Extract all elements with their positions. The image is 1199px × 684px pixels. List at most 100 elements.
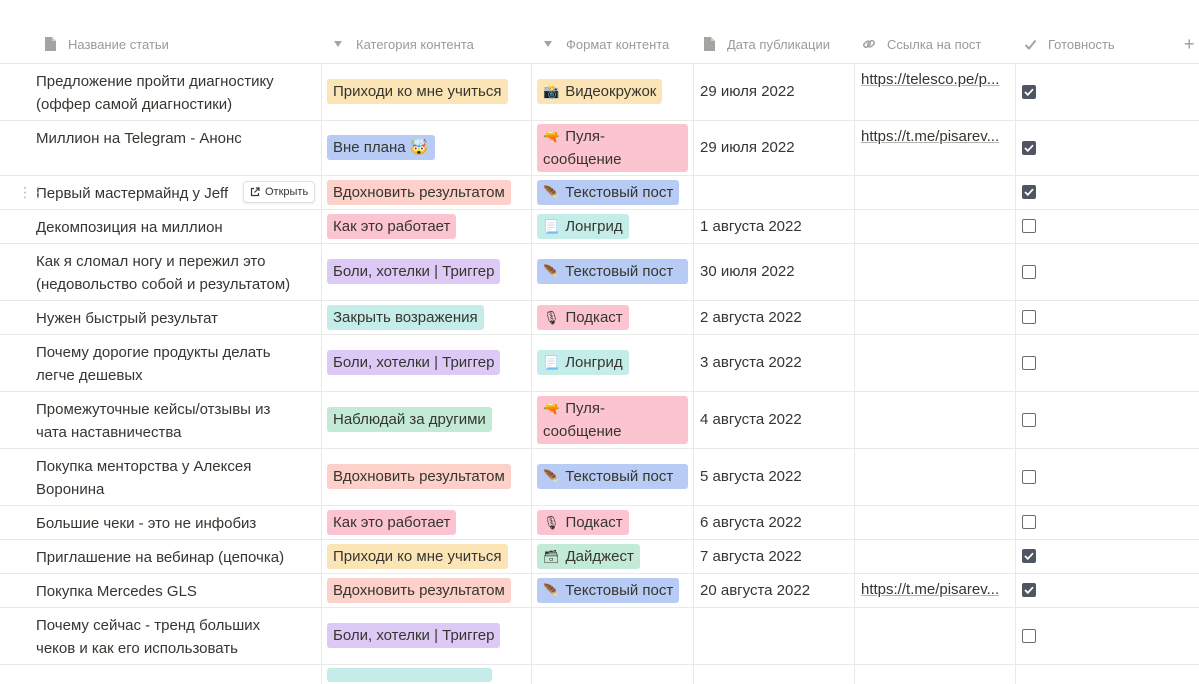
cell-title[interactable]: Большие чеки - это не инфобиз	[30, 505, 322, 539]
format-emoji-icon: 📃	[543, 355, 560, 370]
header-format[interactable]: Формат контента	[540, 25, 692, 63]
ready-checkbox[interactable]	[1022, 264, 1036, 279]
cell-link[interactable]	[855, 175, 1016, 209]
cell-title[interactable]: Миллион на Telegram - Анонс	[30, 120, 322, 175]
cell-title[interactable]: Как я сломал ногу и пережил это (недоволь…	[30, 243, 322, 300]
cell-link[interactable]	[855, 334, 1016, 391]
cell-title[interactable]: Промежуточные кейсы/отзывы из чата настав…	[30, 391, 322, 448]
post-link[interactable]: https://t.me/pisarev...	[861, 581, 1009, 598]
cell-format[interactable]: 🪶 Текстовый пост	[532, 448, 694, 505]
ready-checkbox[interactable]	[1022, 310, 1036, 324]
cell-format[interactable]: 🎙 Подкаст	[532, 300, 694, 334]
ready-checkbox[interactable]	[1022, 515, 1036, 529]
cell-format[interactable]: 📸 Видеокружок	[532, 63, 694, 120]
cell-date[interactable]: 3 августа 2022	[694, 334, 855, 391]
format-emoji-icon: 🪶	[543, 582, 560, 598]
cell-category[interactable]: Боли, хотелки | Триггер	[322, 334, 532, 391]
ready-checkbox[interactable]	[1022, 549, 1036, 563]
cell-category[interactable]: Вдохновить результатом	[322, 448, 532, 505]
cell-title[interactable]: Предложение пройти диагностику (оффер сам…	[30, 63, 322, 120]
cell-format[interactable]	[532, 607, 694, 664]
ready-checkbox[interactable]	[1022, 185, 1036, 199]
cell-category[interactable]: Боли, хотелки | Триггер	[322, 243, 532, 300]
cell-date[interactable]: 20 августа 2022	[694, 573, 855, 607]
post-link[interactable]: https://telesco.pe/p...	[861, 71, 1009, 88]
cell-link[interactable]	[855, 391, 1016, 448]
cell-format[interactable]: 🗃 Дайджест	[532, 539, 694, 573]
header-title[interactable]: Название статьи	[42, 25, 322, 63]
cell-link[interactable]	[855, 607, 1016, 664]
cell-link[interactable]	[855, 209, 1016, 243]
header-category[interactable]: Категория контента	[330, 25, 530, 63]
header-link[interactable]: Ссылка на пост	[861, 25, 1013, 63]
cell-category[interactable]: Как это работает	[322, 505, 532, 539]
ready-checkbox[interactable]	[1022, 469, 1036, 484]
cell-title[interactable]: Покупка Mercedes GLS	[30, 573, 322, 607]
header-ready[interactable]: Готовность	[1022, 25, 1174, 63]
cell-category[interactable]: Вне плана 🤯	[322, 120, 532, 175]
cell-date[interactable]: 5 августа 2022	[694, 448, 855, 505]
cell-link[interactable]: https://t.me/pisarev...	[855, 573, 1016, 607]
title-line: Нужен быстрый результат	[36, 310, 218, 327]
cell-category[interactable]: Приходи ко мне учиться	[322, 63, 532, 120]
cell-date[interactable]	[694, 607, 855, 664]
cell-date[interactable]: 29 июля 2022	[694, 63, 855, 120]
cell-title[interactable]: Декомпозиция на миллион	[30, 209, 322, 243]
cell-category[interactable]: Вдохновить результатом	[322, 573, 532, 607]
cell-link[interactable]	[855, 505, 1016, 539]
cell-category[interactable]: Вдохновить результатом	[322, 175, 532, 209]
ready-checkbox[interactable]	[1022, 219, 1036, 233]
cell-link[interactable]	[855, 300, 1016, 334]
cell-format[interactable]: 📃 Лонгрид	[532, 334, 694, 391]
cell-format[interactable]: 🎙 Подкаст	[532, 505, 694, 539]
cell-link[interactable]	[855, 448, 1016, 505]
cell-link[interactable]: https://telesco.pe/p...	[855, 63, 1016, 120]
cell-date[interactable]: 2 августа 2022	[694, 300, 855, 334]
cell-date[interactable]: 4 августа 2022	[694, 391, 855, 448]
cell-title[interactable]: Покупка менторства у Алексея Воронина	[30, 448, 322, 505]
cell-link[interactable]	[855, 243, 1016, 300]
cell-category[interactable]: Закрыть возражения	[322, 300, 532, 334]
ready-checkbox[interactable]	[1022, 583, 1036, 597]
ready-checkbox[interactable]	[1022, 84, 1036, 99]
cell-date[interactable]: 7 августа 2022	[694, 539, 855, 573]
cell-category[interactable]: Приходи ко мне учиться	[322, 539, 532, 573]
cell-link[interactable]	[855, 539, 1016, 573]
cell-date[interactable]	[694, 175, 855, 209]
category-tag: Наблюдай за другими	[327, 407, 492, 432]
drag-handle-icon[interactable]: ⋮⋮	[18, 175, 45, 209]
header-date[interactable]: Дата публикации	[701, 25, 853, 63]
format-emoji-icon: 🔫	[543, 128, 560, 144]
cell-link[interactable]: https://t.me/pisarev...	[855, 120, 1016, 175]
ready-checkbox[interactable]	[1022, 412, 1036, 427]
format-tag: 🎙 Подкаст	[537, 509, 629, 535]
title-line: (недовольство собой и результатом)	[36, 276, 291, 293]
cell-category[interactable]: Как это работает	[322, 209, 532, 243]
post-link[interactable]: https://t.me/pisarev...	[861, 128, 1009, 145]
cell-title[interactable]: Приглашение на вебинар (цепочка)	[30, 539, 322, 573]
cell-date[interactable]: 6 августа 2022	[694, 505, 855, 539]
cell-category[interactable]: Наблюдай за другими	[322, 391, 532, 448]
category-tag: Вдохновить результатом	[327, 577, 511, 603]
ready-checkbox[interactable]	[1022, 355, 1036, 370]
cell-format[interactable]: 🔫 Пуля-сообщение	[532, 391, 694, 448]
cell-title[interactable]: Нужен быстрый результат	[30, 300, 322, 334]
open-page-button[interactable]: Открыть	[243, 181, 316, 203]
title-line: Почему сейчас - тренд больших	[36, 617, 261, 634]
cell-title[interactable]: Почему сейчас - тренд больших чеков и как…	[30, 607, 322, 664]
cell-format[interactable]: 🪶 Текстовый пост	[532, 175, 694, 209]
cell-date[interactable]: 30 июля 2022	[694, 243, 855, 300]
ready-checkbox[interactable]	[1022, 140, 1036, 155]
cell-title[interactable]: Почему дорогие продукты делать легче деше…	[30, 334, 322, 391]
cell-format[interactable]: 🪶 Текстовый пост	[532, 243, 694, 300]
cell-format[interactable]: 🪶 Текстовый пост	[532, 573, 694, 607]
cell-date[interactable]: 1 августа 2022	[694, 209, 855, 243]
cell-date[interactable]: 29 июля 2022	[694, 120, 855, 175]
format-label: Дайджест	[565, 547, 634, 565]
cell-format[interactable]: 🔫 Пуля-сообщение	[532, 120, 694, 175]
format-tag: 📃 Лонгрид	[537, 350, 629, 375]
cell-category[interactable]: Боли, хотелки | Триггер	[322, 607, 532, 664]
ready-checkbox[interactable]	[1022, 628, 1036, 643]
add-property-button[interactable]: +	[1184, 25, 1195, 63]
cell-format[interactable]: 📃 Лонгрид	[532, 209, 694, 243]
